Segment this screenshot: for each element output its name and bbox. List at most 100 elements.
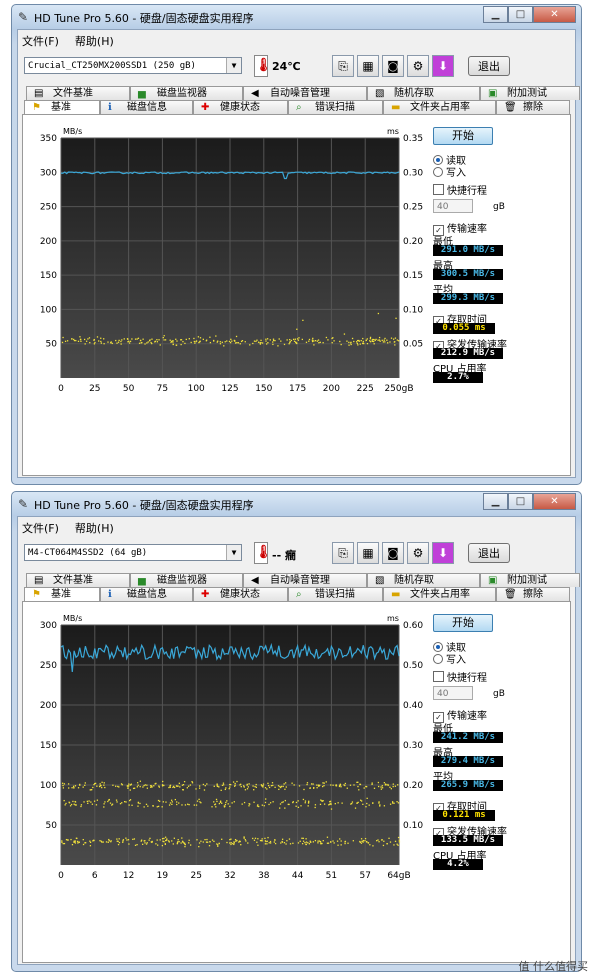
- write-radio[interactable]: [433, 167, 443, 177]
- short-stroke-option[interactable]: 快捷行程: [433, 669, 487, 684]
- access-time-point: [227, 803, 229, 805]
- tab-error-scan[interactable]: ⌕ 错误扫描: [288, 100, 383, 114]
- tab-extra-tests[interactable]: ▣ 附加测试: [480, 573, 580, 587]
- y-tick-right: 0.15: [403, 271, 423, 281]
- tab-extra-tests[interactable]: ▣ 附加测试: [480, 86, 580, 100]
- start-button[interactable]: 开始: [433, 127, 493, 145]
- menu-file[interactable]: 文件(F): [22, 33, 59, 49]
- minimize-button[interactable]: ▁: [483, 6, 508, 23]
- tab-label: 文件夹占用率: [410, 589, 470, 600]
- menu-help[interactable]: 帮助(H): [75, 33, 114, 49]
- access-time-point: [313, 344, 315, 346]
- tab-aam[interactable]: ◀ 自动噪音管理: [243, 86, 367, 100]
- access-time-point: [112, 784, 114, 786]
- tab-disk-info[interactable]: ℹ 磁盘信息: [100, 587, 193, 601]
- access-time-point: [362, 340, 364, 343]
- access-time-point: [381, 787, 384, 789]
- access-time-point: [308, 340, 310, 342]
- tab-disk-info[interactable]: ℹ 磁盘信息: [100, 100, 193, 114]
- access-time-point: [308, 843, 311, 845]
- short-stroke-input[interactable]: 40: [433, 686, 473, 700]
- access-time-point: [387, 784, 389, 787]
- chevron-down-icon[interactable]: ▼: [226, 545, 241, 560]
- short-stroke-input[interactable]: 40: [433, 199, 473, 213]
- access-time-point: [218, 802, 221, 805]
- copy-image-icon[interactable]: ▦: [357, 55, 379, 77]
- access-time-point: [285, 786, 287, 788]
- access-time-point: [175, 338, 177, 340]
- close-button[interactable]: ✕: [533, 6, 576, 23]
- access-time-point: [346, 340, 348, 342]
- tab-file-benchmark[interactable]: ▤ 文件基准: [26, 573, 130, 587]
- access-time-point: [161, 838, 164, 840]
- tab-aam[interactable]: ◀ 自动噪音管理: [243, 573, 367, 587]
- title-bar[interactable]: ✎ HD Tune Pro 5.60 - 硬盘/固态硬盘实用程序 ▁ □ ✕: [12, 492, 581, 516]
- tab-health[interactable]: ✚ 健康状态: [193, 587, 288, 601]
- chevron-down-icon[interactable]: ▼: [226, 58, 241, 73]
- access-time-point: [243, 836, 245, 838]
- title-bar[interactable]: ✎ HD Tune Pro 5.60 - 硬盘/固态硬盘实用程序 ▁ □ ✕: [12, 5, 581, 29]
- tab-health[interactable]: ✚ 健康状态: [193, 100, 288, 114]
- y-tick-left: 300: [40, 168, 57, 178]
- exit-button[interactable]: 退出: [468, 56, 510, 76]
- camera-icon[interactable]: ◙: [382, 55, 404, 77]
- copy-image-icon[interactable]: ▦: [357, 542, 379, 564]
- tab-random-access[interactable]: ▧ 随机存取: [367, 86, 480, 100]
- short-stroke-checkbox[interactable]: [433, 184, 444, 195]
- access-time-point: [286, 339, 288, 341]
- access-time-point: [80, 804, 83, 806]
- x-tick-label: 44: [292, 871, 304, 881]
- tab-label: 附加测试: [507, 575, 547, 586]
- write-radio[interactable]: [433, 654, 443, 664]
- menu-help[interactable]: 帮助(H): [75, 520, 114, 536]
- tab-benchmark[interactable]: ⚑ 基准: [24, 100, 100, 114]
- copy-text-icon[interactable]: ⎘: [332, 55, 354, 77]
- copy-text-icon[interactable]: ⎘: [332, 542, 354, 564]
- access-time-point: [359, 783, 362, 786]
- write-option[interactable]: 写入: [433, 651, 466, 666]
- access-time-point: [392, 802, 394, 804]
- access-time-point: [195, 340, 198, 342]
- access-time-point: [388, 837, 390, 839]
- close-button[interactable]: ✕: [533, 493, 576, 510]
- tab-disk-monitor[interactable]: ▅ 磁盘监视器: [130, 86, 243, 100]
- access-time-point: [330, 808, 333, 810]
- tab-folder-usage[interactable]: ▬ 文件夹占用率: [383, 100, 496, 114]
- minimize-button[interactable]: ▁: [483, 493, 508, 510]
- tab-disk-monitor[interactable]: ▅ 磁盘监视器: [130, 573, 243, 587]
- save-download-icon[interactable]: ⬇: [432, 55, 454, 77]
- tab-folder-usage[interactable]: ▬ 文件夹占用率: [383, 587, 496, 601]
- start-button[interactable]: 开始: [433, 614, 493, 632]
- save-download-icon[interactable]: ⬇: [432, 542, 454, 564]
- tab-benchmark[interactable]: ⚑ 基准: [24, 587, 100, 601]
- access-time-point: [299, 840, 301, 842]
- tab-file-benchmark[interactable]: ▤ 文件基准: [26, 86, 130, 100]
- menu-file[interactable]: 文件(F): [22, 520, 59, 536]
- access-time-point: [247, 842, 249, 844]
- info-icon: ℹ: [108, 589, 112, 600]
- drive-select[interactable]: M4-CT064M4SSD2 (64 gB) ▼: [24, 544, 242, 561]
- tab-error-scan[interactable]: ⌕ 错误扫描: [288, 587, 383, 601]
- write-option[interactable]: 写入: [433, 164, 466, 179]
- tab-erase[interactable]: 🗑 擦除: [496, 100, 570, 114]
- access-time-point: [126, 839, 128, 841]
- options-icon[interactable]: ⚙: [407, 55, 429, 77]
- access-time-point: [71, 787, 73, 789]
- access-time-point: [383, 840, 385, 842]
- access-time-point: [316, 340, 319, 342]
- access-time-point: [390, 788, 393, 790]
- maximize-button[interactable]: □: [508, 6, 533, 23]
- access-time-point: [159, 344, 161, 346]
- access-time-point: [206, 783, 208, 785]
- options-icon[interactable]: ⚙: [407, 542, 429, 564]
- short-stroke-checkbox[interactable]: [433, 671, 444, 682]
- tab-random-access[interactable]: ▧ 随机存取: [367, 573, 480, 587]
- drive-select[interactable]: Crucial_CT250MX200SSD1 (250 gB) ▼: [24, 57, 242, 74]
- exit-button[interactable]: 退出: [468, 543, 510, 563]
- short-stroke-option[interactable]: 快捷行程: [433, 182, 487, 197]
- access-time-point: [213, 840, 215, 843]
- maximize-button[interactable]: □: [508, 493, 533, 510]
- access-time-value: 0.055 ms: [433, 323, 495, 334]
- camera-icon[interactable]: ◙: [382, 542, 404, 564]
- tab-erase[interactable]: 🗑 擦除: [496, 587, 570, 601]
